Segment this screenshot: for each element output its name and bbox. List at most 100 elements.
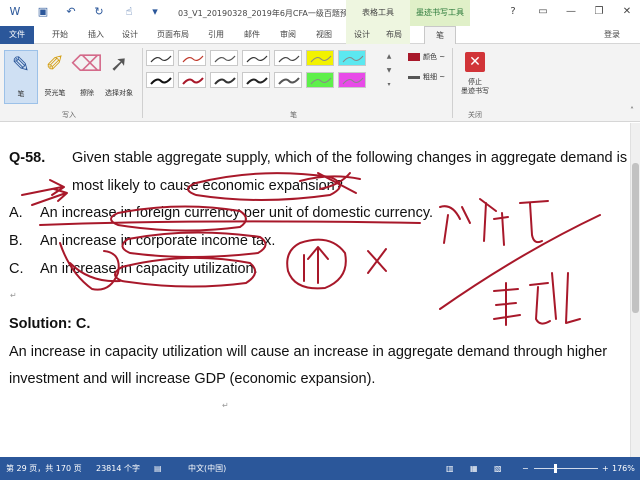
close-icon[interactable]: ✕: [618, 4, 636, 20]
group-divider: [452, 48, 453, 118]
pen-style-swatch[interactable]: [146, 50, 174, 66]
touch-mode-icon[interactable]: ☝: [122, 5, 136, 19]
eraser-tool-button[interactable]: ⌫ 擦除: [70, 50, 104, 104]
write-group-label: 写入: [62, 111, 76, 119]
sign-in-link[interactable]: 登录: [604, 26, 620, 44]
pen-style-swatch[interactable]: [178, 72, 206, 88]
pen-style-swatch[interactable]: [210, 50, 238, 66]
ink-handwriting-stroke: [493, 282, 521, 326]
help-icon[interactable]: ?: [504, 4, 522, 20]
document-canvas[interactable]: Q-58. Given stable aggregate supply, whi…: [0, 123, 630, 457]
word-count[interactable]: 23814 个字: [96, 457, 140, 480]
tab-insert[interactable]: 插入: [80, 26, 112, 44]
pen-style-swatch[interactable]: [306, 72, 334, 88]
pen-style-swatch[interactable]: [274, 50, 302, 66]
question-number: Q-58.: [9, 150, 46, 166]
pen-thickness-dropdown[interactable]: 粗细 ~: [408, 72, 445, 82]
ribbon-tab-bar: 文件 开始 插入 设计 页面布局 引用 邮件 审阅 视图 设计 布局 笔 登录: [0, 26, 640, 44]
pen-style-swatch[interactable]: [210, 72, 238, 88]
highlighter-icon: ✐: [45, 52, 65, 77]
ink-handwriting-stroke: [439, 205, 471, 244]
print-layout-icon[interactable]: ▦: [470, 457, 478, 480]
option-b-text: An increase in corporate income tax.: [40, 233, 276, 249]
zoom-in-button[interactable]: +: [602, 457, 609, 480]
tab-references[interactable]: 引用: [200, 26, 232, 44]
table-tools-context-label: 表格工具: [346, 0, 410, 26]
ribbon-display-options-icon[interactable]: ▭: [534, 4, 552, 20]
tab-file[interactable]: 文件: [0, 26, 34, 44]
question-text-line-2: most likely to cause economic expansion?: [72, 178, 343, 194]
scrollbar-thumb[interactable]: [632, 163, 639, 313]
zoom-slider[interactable]: [534, 468, 598, 469]
option-b-letter: B.: [9, 233, 23, 249]
pen-thickness-icon: [408, 75, 420, 79]
ink-handwriting-stroke: [565, 272, 581, 324]
pen-style-swatch[interactable]: [242, 50, 270, 66]
maximize-icon[interactable]: ❐: [590, 4, 608, 20]
eraser-icon: ⌫: [71, 52, 103, 77]
proofing-icon[interactable]: ▤: [154, 457, 162, 480]
pen-icon: ✎: [11, 53, 31, 78]
save-icon[interactable]: ▣: [36, 5, 50, 19]
pen-thickness-label: 粗细 ~: [423, 73, 446, 81]
web-layout-icon[interactable]: ▧: [494, 457, 502, 480]
tab-table-design[interactable]: 设计: [346, 26, 378, 44]
pen-style-swatch[interactable]: [306, 50, 334, 66]
ink-long-diagonal: [439, 214, 601, 310]
tab-review[interactable]: 审阅: [272, 26, 304, 44]
ink-handwriting-stroke: [479, 198, 509, 246]
gallery-scroll-icon[interactable]: ▲ ▼ ▾: [384, 50, 394, 92]
pen-tool-button[interactable]: ✎ 笔: [4, 50, 38, 104]
language-indicator[interactable]: 中文(中国): [188, 457, 226, 480]
select-objects-label: 选择对象: [105, 89, 133, 97]
ink-arrow-stroke: [21, 179, 65, 196]
solution-label: Solution: C.: [9, 316, 91, 332]
customize-quick-access-icon[interactable]: ▾: [148, 5, 162, 19]
collapse-ribbon-icon[interactable]: ˄: [630, 106, 634, 115]
highlighter-tool-button[interactable]: ✐ 荧光笔: [38, 50, 72, 104]
zoom-level[interactable]: 176%: [612, 457, 635, 480]
stop-inking-icon: ✕: [465, 52, 485, 72]
pen-style-swatch[interactable]: [338, 50, 366, 66]
read-mode-icon[interactable]: ▥: [446, 457, 454, 480]
tab-pens[interactable]: 笔: [424, 26, 456, 44]
select-objects-button[interactable]: ➚ 选择对象: [102, 50, 136, 104]
tab-home[interactable]: 开始: [44, 26, 76, 44]
eraser-tool-label: 擦除: [80, 89, 94, 97]
page-count[interactable]: 第 29 页，共 170 页: [6, 457, 82, 480]
ink-handwriting-stroke: [519, 200, 549, 244]
ink-underline-option-a: [39, 220, 421, 226]
pen-style-swatch[interactable]: [242, 72, 270, 88]
minimize-icon[interactable]: —: [562, 4, 580, 20]
pen-style-swatch[interactable]: [146, 72, 174, 88]
pen-color-dropdown[interactable]: 颜色 ~: [408, 52, 445, 62]
solution-text-line-1: An increase in capacity utilization will…: [9, 344, 608, 360]
pen-color-label: 颜色 ~: [423, 53, 446, 61]
group-divider: [142, 48, 143, 118]
tab-mailings[interactable]: 邮件: [236, 26, 268, 44]
vertical-scrollbar[interactable]: [630, 123, 640, 457]
zoom-out-button[interactable]: −: [522, 457, 529, 480]
pen-style-swatch[interactable]: [338, 72, 366, 88]
redo-icon[interactable]: ↻: [92, 5, 106, 19]
ink-handwriting-stroke: [529, 272, 557, 325]
tab-view[interactable]: 视图: [308, 26, 340, 44]
tab-table-layout[interactable]: 布局: [378, 26, 410, 44]
ink-circle-up-arrow: [286, 238, 347, 290]
window-title: 03_V1_20190328_2019年6月CFA一级百题预...: [178, 9, 356, 18]
pen-style-swatch[interactable]: [274, 72, 302, 88]
highlighter-tool-label: 荧光笔: [44, 89, 66, 97]
pen-style-swatch[interactable]: [178, 50, 206, 66]
pen-tool-label: 笔: [17, 90, 25, 98]
undo-icon[interactable]: ↶: [64, 5, 78, 19]
option-a-letter: A.: [9, 205, 23, 221]
ink-tools-context-label: 墨迹书写工具: [410, 0, 470, 26]
stop-inking-button[interactable]: ✕ 停止 墨迹书写: [456, 50, 494, 106]
pens-group-label: 笔: [290, 111, 297, 119]
tab-design[interactable]: 设计: [114, 26, 146, 44]
ink-arrow-stroke: [31, 188, 68, 206]
option-c-text: An increase in capacity utilization.: [40, 261, 258, 277]
status-bar: 第 29 页，共 170 页 23814 个字 ▤ 中文(中国) ▥ ▦ ▧ −…: [0, 457, 640, 480]
tab-page-layout[interactable]: 页面布局: [152, 26, 194, 44]
zoom-slider-handle[interactable]: [554, 464, 557, 473]
